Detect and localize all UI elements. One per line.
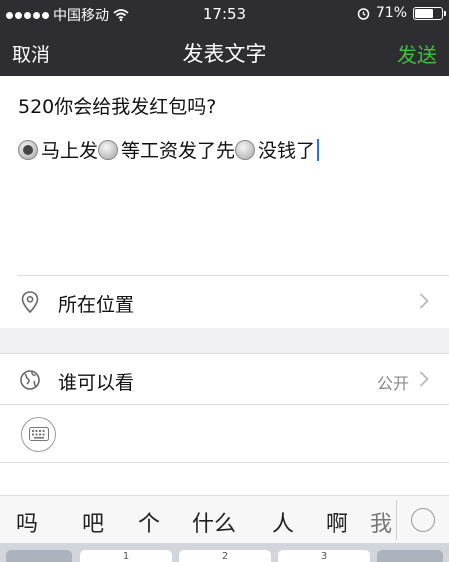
option-1-label: 马上发 bbox=[41, 140, 99, 162]
candidate-word[interactable]: 个 bbox=[138, 506, 160, 538]
radio-option-3-icon bbox=[235, 139, 256, 160]
spacer bbox=[0, 463, 449, 495]
option-2-label: 等工资发了先 bbox=[121, 140, 236, 162]
key-2[interactable]: 2 bbox=[179, 550, 271, 562]
chevron-right-icon bbox=[419, 371, 429, 387]
candidate-word[interactable]: 吗 bbox=[16, 506, 38, 538]
candidate-word[interactable]: 我 bbox=[370, 506, 392, 538]
key-punctuation[interactable] bbox=[6, 550, 72, 562]
key-delete[interactable] bbox=[377, 550, 443, 562]
candidate-word[interactable]: 什么 bbox=[192, 506, 236, 538]
page-title: 发表文字 bbox=[182, 42, 267, 66]
globe-icon bbox=[20, 370, 40, 390]
key-1[interactable]: 1 bbox=[80, 550, 172, 562]
location-label: 所在位置 bbox=[58, 294, 135, 316]
nav-bar: 取消 发表文字 发送 bbox=[0, 28, 449, 76]
visibility-label: 谁可以看 bbox=[58, 372, 135, 394]
status-right: 71% bbox=[357, 5, 446, 21]
location-row[interactable]: 所在位置 bbox=[0, 276, 449, 328]
keyboard-toggle-button[interactable] bbox=[21, 417, 56, 452]
compose-line-options: 马上发 等工资发了先 没钱了 bbox=[18, 136, 320, 163]
status-bar: 中国移动 17:53 71% bbox=[0, 0, 449, 28]
expand-candidates-icon[interactable] bbox=[411, 508, 435, 532]
keyboard-icon bbox=[29, 427, 49, 441]
candidate-word[interactable]: 啊 bbox=[326, 506, 348, 538]
radio-option-2-icon bbox=[98, 139, 119, 160]
send-button[interactable]: 发送 bbox=[397, 39, 437, 68]
compose-line-question: 520你会给我发红包吗? bbox=[18, 96, 217, 118]
location-pin-icon bbox=[21, 291, 39, 314]
text-cursor bbox=[317, 138, 320, 161]
option-3-label: 没钱了 bbox=[258, 140, 316, 162]
alarm-icon bbox=[357, 7, 370, 20]
chevron-right-icon bbox=[419, 293, 429, 309]
candidate-word[interactable]: 人 bbox=[272, 506, 294, 538]
keyboard: 1 2 3 bbox=[0, 543, 449, 562]
ime-candidate-bar: 吗 吧 个 什么 人 啊 我 bbox=[0, 495, 449, 543]
candidate-divider bbox=[396, 500, 397, 540]
radio-option-1-icon bbox=[18, 139, 38, 160]
key-3[interactable]: 3 bbox=[278, 550, 370, 562]
keyboard-toggle-bar bbox=[0, 405, 449, 463]
battery-percent: 71% bbox=[375, 5, 407, 21]
battery-icon bbox=[413, 6, 446, 20]
battery-fill bbox=[415, 8, 433, 18]
visibility-row[interactable]: 谁可以看 公开 bbox=[0, 353, 449, 405]
visibility-value: 公开 bbox=[376, 374, 409, 393]
candidate-word[interactable]: 吧 bbox=[82, 506, 104, 538]
